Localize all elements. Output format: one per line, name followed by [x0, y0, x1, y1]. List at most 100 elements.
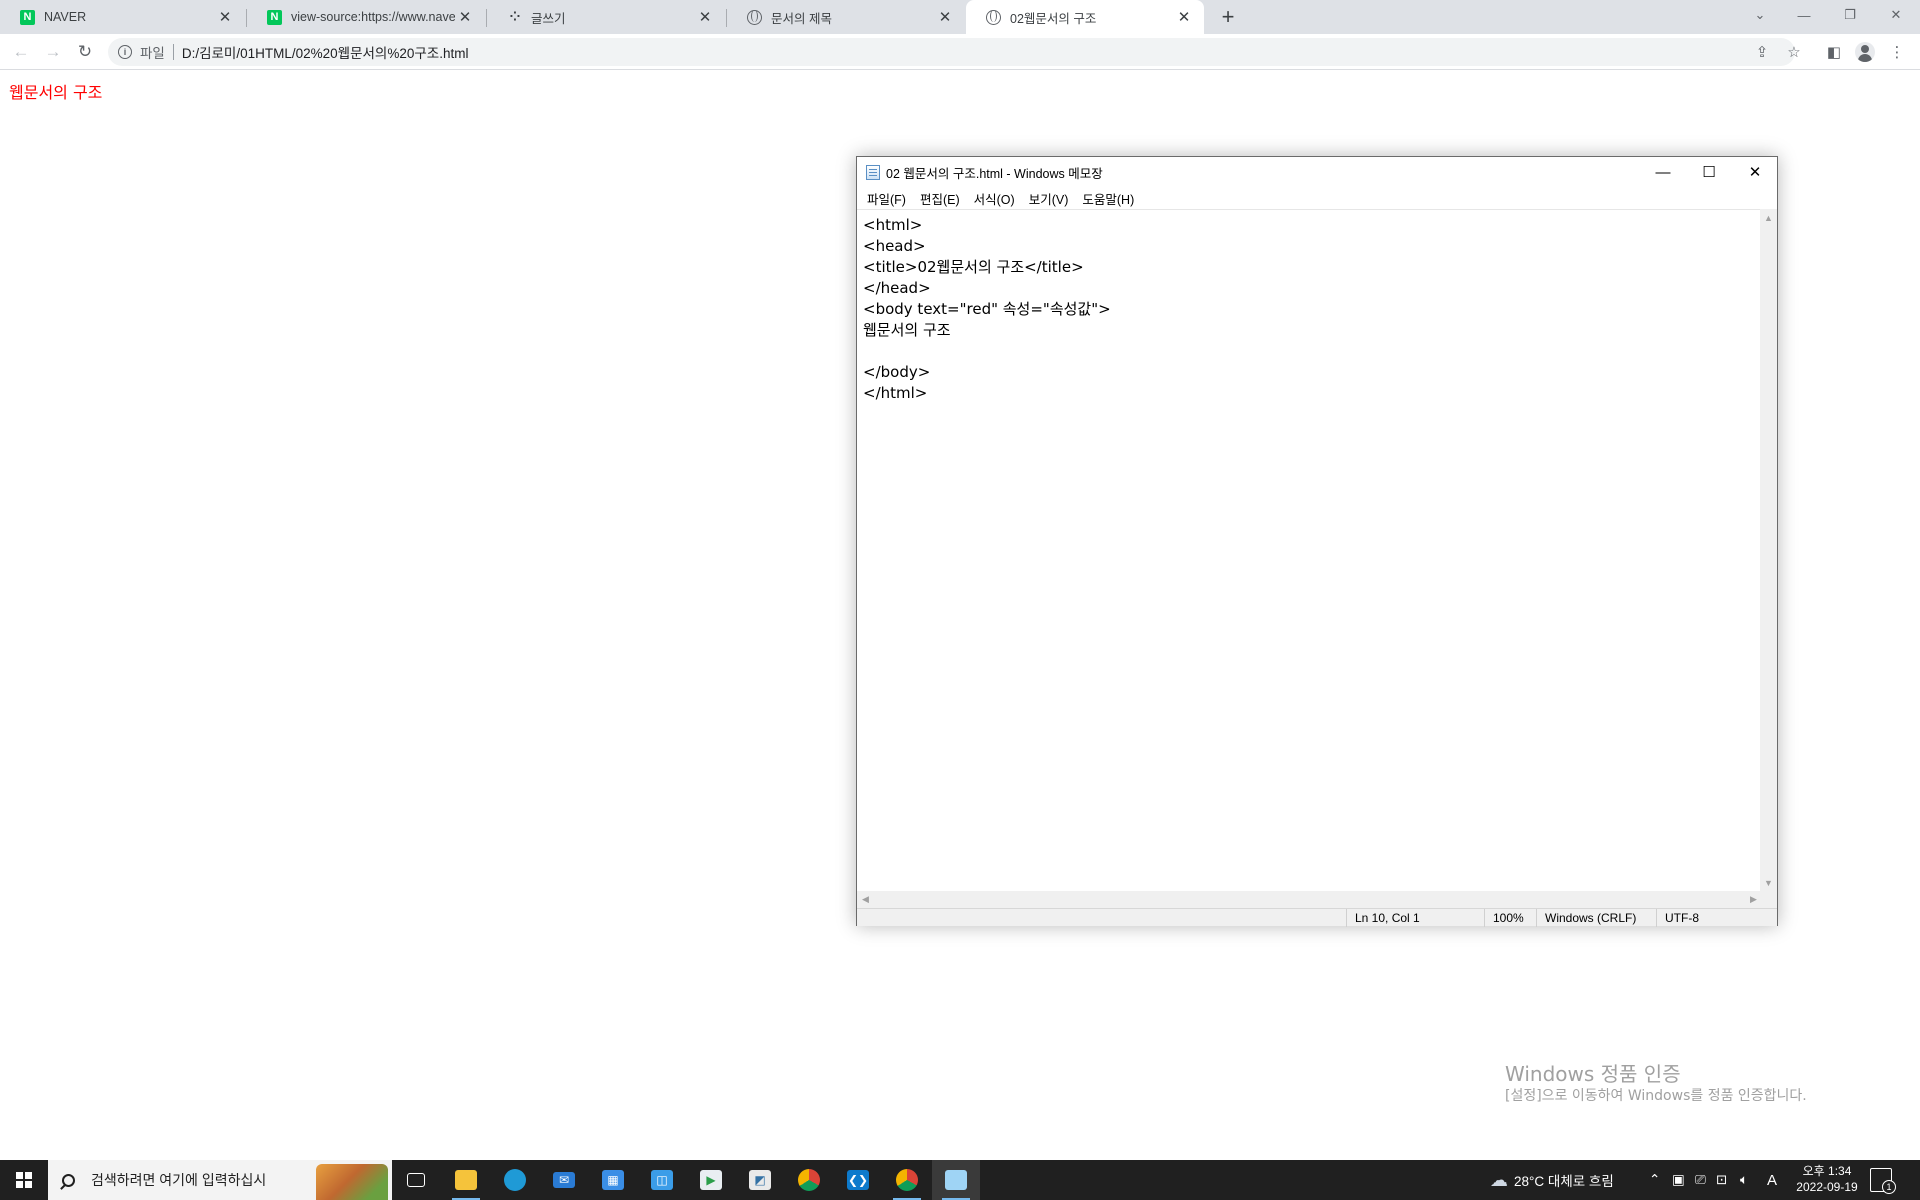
notification-count-badge: 1 — [1882, 1180, 1896, 1194]
taskbar-chrome[interactable] — [883, 1160, 931, 1200]
naver-icon: N — [267, 9, 282, 25]
status-zoom: 100% — [1484, 909, 1536, 927]
activation-watermark-subtitle: [설정]으로 이동하여 Windows를 정품 인증합니다. — [1505, 1088, 1807, 1104]
chrome-alt-icon — [798, 1169, 820, 1191]
clock[interactable]: 오후 1:34 2022-09-19 — [1784, 1163, 1870, 1195]
app-icon: ◫ — [651, 1170, 673, 1190]
address-bar[interactable]: i 파일 D:/김로미/01HTML/02%20웹문서의%20구조.html — [108, 38, 1795, 66]
tray-overflow-icon[interactable]: ⌃ — [1649, 1160, 1660, 1200]
globe-icon — [986, 9, 1001, 25]
tab-strip: N NAVER ✕ N view-source:https://www.nave… — [0, 0, 1920, 34]
tab-document-title[interactable]: 문서의 제목 ✕ — [727, 0, 965, 34]
tab-web-structure[interactable]: 02웹문서의 구조 ✕ — [966, 0, 1204, 34]
bookmark-star-icon[interactable]: ☆ — [1780, 38, 1808, 66]
forward-icon[interactable]: → — [40, 39, 66, 65]
new-tab-button[interactable]: + — [1215, 4, 1241, 30]
restore-icon[interactable]: ❐ — [1828, 0, 1872, 30]
close-icon[interactable]: ✕ — [1174, 7, 1194, 27]
scroll-up-icon[interactable]: ▲ — [1760, 209, 1777, 226]
task-view-button[interactable] — [392, 1160, 440, 1200]
taskbar-edge[interactable] — [491, 1160, 539, 1200]
taskbar-app-blue[interactable]: ◫ — [638, 1160, 686, 1200]
activation-watermark-title: Windows 정품 인증 — [1505, 1062, 1681, 1086]
tab-title: 글쓰기 — [531, 11, 566, 26]
taskbar-media-app[interactable]: ▶ — [687, 1160, 735, 1200]
close-icon[interactable]: ✕ — [215, 7, 235, 27]
search-placeholder: 검색하려면 여기에 입력하십시 — [91, 1172, 267, 1188]
store-icon: ▦ — [602, 1170, 624, 1190]
vscode-icon: ❮❯ — [847, 1170, 869, 1190]
scroll-down-icon[interactable]: ▼ — [1760, 874, 1777, 891]
share-icon[interactable]: ⇪ — [1748, 38, 1776, 66]
weather-text: 28°C 대체로 흐림 — [1514, 1174, 1614, 1189]
status-line-ending: Windows (CRLF) — [1536, 909, 1656, 927]
tray-app-icon[interactable]: ▣ — [1672, 1160, 1685, 1200]
browser-toolbar: ← → ↻ i 파일 D:/김로미/01HTML/02%20웹문서의%20구조.… — [0, 34, 1920, 70]
notepad-status-bar: Ln 10, Col 1 100% Windows (CRLF) UTF-8 — [857, 908, 1777, 927]
profile-avatar[interactable] — [1852, 39, 1878, 65]
tray-network-icon[interactable]: ⊡ — [1716, 1160, 1727, 1200]
tab-title: 문서의 제목 — [771, 11, 832, 26]
info-icon[interactable]: i — [118, 45, 132, 59]
notepad-taskbar-icon — [945, 1170, 967, 1190]
close-icon[interactable]: ✕ — [935, 7, 955, 27]
taskbar-search-box[interactable]: 검색하려면 여기에 입력하십시 — [48, 1160, 392, 1200]
tab-search-icon[interactable]: ⌄ — [1738, 0, 1782, 30]
taskbar-file-explorer[interactable] — [442, 1160, 490, 1200]
menu-file[interactable]: 파일(F) — [860, 189, 913, 208]
clock-date: 2022-09-19 — [1796, 1180, 1858, 1194]
chrome-icon — [896, 1169, 918, 1191]
close-window-icon[interactable]: ✕ — [1874, 0, 1918, 30]
weather-widget[interactable]: ☁ 28°C 대체로 흐림 — [1490, 1160, 1614, 1200]
taskbar-python-app[interactable]: ◩ — [736, 1160, 784, 1200]
notepad-icon — [866, 164, 880, 180]
notepad-window: 02 웹문서의 구조.html - Windows 메모장 — ☐ ✕ 파일(F… — [856, 156, 1778, 927]
close-icon[interactable]: ✕ — [455, 7, 475, 27]
url-text[interactable]: D:/김로미/01HTML/02%20웹문서의%20구조.html — [182, 42, 469, 62]
menu-view[interactable]: 보기(V) — [1022, 189, 1076, 208]
notepad-close-icon[interactable]: ✕ — [1732, 157, 1778, 187]
notepad-maximize-icon[interactable]: ☐ — [1686, 157, 1732, 187]
notepad-menu-bar: 파일(F) 편집(E) 서식(O) 보기(V) 도움말(H) — [857, 187, 1777, 209]
tray-camera-icon[interactable]: ⎚ — [1695, 1160, 1706, 1200]
minimize-icon[interactable]: — — [1782, 0, 1826, 30]
notepad-text-area[interactable]: <html> <head> <title>02웹문서의 구조</title> <… — [857, 209, 1762, 891]
search-icon — [62, 1173, 75, 1187]
notepad-minimize-icon[interactable]: — — [1640, 157, 1686, 187]
ime-indicator[interactable]: A — [1767, 1160, 1777, 1200]
menu-icon[interactable]: ⋮ — [1884, 39, 1910, 65]
notepad-title-bar[interactable]: 02 웹문서의 구조.html - Windows 메모장 — [857, 157, 1777, 187]
tray-volume-icon[interactable]: 🔈︎ — [1740, 1160, 1748, 1200]
clock-time: 오후 1:34 — [1802, 1164, 1852, 1178]
task-view-icon — [407, 1173, 425, 1187]
start-button[interactable] — [0, 1160, 48, 1200]
close-icon[interactable]: ✕ — [695, 7, 715, 27]
taskbar-mail[interactable]: ✉ — [540, 1160, 588, 1200]
naver-icon: N — [20, 9, 35, 25]
divider — [172, 44, 174, 60]
edge-icon — [504, 1169, 526, 1191]
avatar — [1855, 42, 1875, 62]
back-icon[interactable]: ← — [8, 39, 34, 65]
reload-icon[interactable]: ↻ — [72, 39, 98, 65]
cloud-icon: ☁ — [1490, 1169, 1508, 1190]
taskbar: 검색하려면 여기에 입력하십시 ✉ ▦ ◫ ▶ ◩ ❮❯ ☁ 28°C 대체로 … — [0, 1160, 1920, 1200]
menu-help[interactable]: 도움말(H) — [1075, 189, 1141, 208]
horizontal-scrollbar[interactable]: ◀ ▶ — [857, 891, 1762, 908]
status-encoding: UTF-8 — [1656, 909, 1760, 927]
tab-write[interactable]: ⁘ 글쓰기 ✕ — [487, 0, 725, 34]
tab-naver[interactable]: N NAVER ✕ — [0, 0, 245, 34]
menu-edit[interactable]: 편집(E) — [913, 189, 967, 208]
tab-view-source[interactable]: N view-source:https://www.naver.c ✕ — [247, 0, 485, 34]
taskbar-chrome-alt[interactable] — [785, 1160, 833, 1200]
vertical-scrollbar[interactable]: ▲ ▼ — [1760, 209, 1777, 891]
taskbar-store[interactable]: ▦ — [589, 1160, 637, 1200]
scroll-left-icon[interactable]: ◀ — [857, 891, 874, 908]
scheme-label: 파일 — [140, 46, 165, 61]
windows-logo-icon — [16, 1172, 32, 1188]
taskbar-vscode[interactable]: ❮❯ — [834, 1160, 882, 1200]
resize-grip[interactable] — [1760, 891, 1777, 908]
menu-format[interactable]: 서식(O) — [967, 189, 1022, 208]
side-panel-icon[interactable]: ◧ — [1821, 39, 1847, 65]
taskbar-notepad[interactable] — [932, 1160, 980, 1200]
